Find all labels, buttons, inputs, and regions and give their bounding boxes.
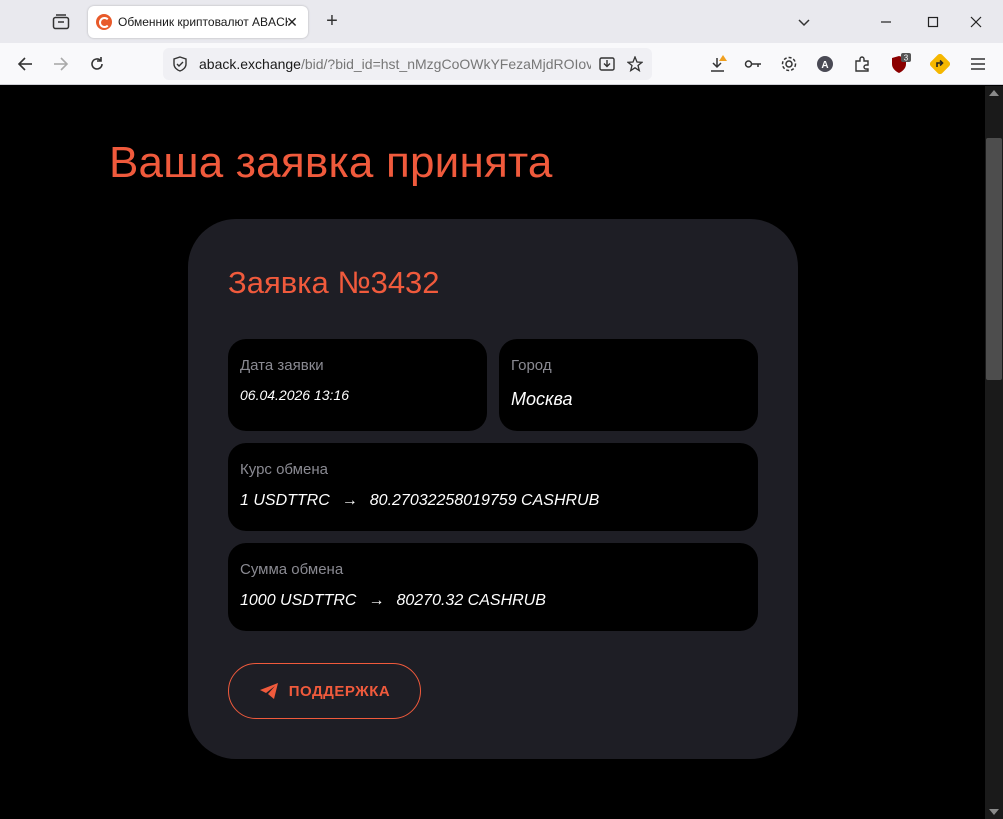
tab-list-chevron-down-icon[interactable] bbox=[790, 8, 818, 36]
exchange-rate-field: Курс обмена 1 USDTTRC → 80.27032258019759 … bbox=[228, 443, 758, 531]
order-date-label: Дата заявки bbox=[240, 357, 324, 374]
active-tab[interactable]: Обменник криптовалют ABACK ✕ bbox=[88, 6, 308, 38]
downloads-icon[interactable] bbox=[706, 52, 730, 76]
order-card: Заявка №3432 Дата заявки 06.04.2026 13:1… bbox=[188, 219, 798, 759]
exchange-sum-field: Сумма обмена 1000 USDTTRC → 80270.32 CASHR… bbox=[228, 543, 758, 631]
browser-window: Обменник криптовалют ABACK ✕ + aback.exc… bbox=[0, 0, 1003, 819]
telegram-plane-icon bbox=[259, 683, 278, 699]
right-arrow-icon: → bbox=[368, 592, 385, 609]
order-date-value: 06.04.2026 13:16 bbox=[240, 387, 349, 403]
order-title: Заявка №3432 bbox=[228, 265, 440, 300]
site-favicon-icon bbox=[96, 14, 112, 30]
support-button[interactable]: ПОДДЕРЖКА bbox=[228, 663, 421, 719]
right-arrow-icon: → bbox=[341, 492, 358, 509]
url-host: aback.exchange bbox=[199, 56, 301, 72]
support-button-label: ПОДДЕРЖКА bbox=[288, 682, 391, 700]
minimize-icon[interactable] bbox=[872, 8, 900, 36]
city-field: Город Москва bbox=[499, 339, 758, 431]
page-scrollbar[interactable] bbox=[985, 86, 1003, 819]
back-arrow-icon[interactable] bbox=[12, 51, 38, 77]
ublock-shield-icon[interactable]: 3 bbox=[889, 52, 913, 76]
exchange-rate-value: 1 USDTTRC → 80.27032258019759 CASHRUB bbox=[240, 492, 599, 510]
url-text[interactable]: aback.exchange/bid/?bid_id=hst_nMzgCoOWk… bbox=[199, 56, 591, 72]
page-download-icon[interactable] bbox=[598, 55, 616, 73]
url-path: /bid/?bid_id=hst_nMzgCoOWkYFezaMjdROIovE… bbox=[300, 56, 591, 72]
rate-to: 80.27032258019759 CASHRUB bbox=[369, 492, 600, 509]
sum-to: 80270.32 CASHRUB bbox=[396, 592, 546, 609]
tab-strip: Обменник криптовалют ABACK ✕ + bbox=[0, 0, 1003, 43]
svg-text:A: A bbox=[821, 60, 828, 71]
close-tab-icon[interactable]: ✕ bbox=[284, 14, 300, 30]
settings-gear-icon[interactable] bbox=[777, 52, 801, 76]
rate-from: 1 USDTTRC bbox=[240, 492, 330, 509]
sum-from: 1000 USDTTRC bbox=[240, 592, 357, 609]
extensions-puzzle-icon[interactable] bbox=[850, 52, 874, 76]
extension-arrow-icon[interactable] bbox=[928, 52, 952, 76]
page-content: Ваша заявка принята Заявка №3432 Дата за… bbox=[0, 86, 985, 819]
exchange-sum-value: 1000 USDTTRC → 80270.32 CASHRUB bbox=[240, 592, 546, 610]
maximize-icon[interactable] bbox=[919, 8, 947, 36]
extension-badge-count: 3 bbox=[904, 54, 909, 63]
password-key-icon[interactable] bbox=[741, 52, 765, 76]
reload-icon[interactable] bbox=[84, 51, 110, 77]
tab-overview-icon[interactable] bbox=[48, 10, 74, 34]
exchange-sum-label: Сумма обмена bbox=[240, 561, 344, 578]
address-bar[interactable]: aback.exchange/bid/?bid_id=hst_nMzgCoOWk… bbox=[163, 48, 652, 80]
bookmark-star-icon[interactable] bbox=[626, 55, 644, 73]
scrollbar-thumb[interactable] bbox=[986, 138, 1002, 380]
city-value: Москва bbox=[511, 389, 573, 409]
forward-arrow-icon[interactable] bbox=[48, 51, 74, 77]
close-window-icon[interactable] bbox=[962, 8, 990, 36]
new-tab-icon[interactable]: + bbox=[320, 10, 344, 34]
city-label: Город bbox=[511, 357, 552, 374]
account-avatar-icon[interactable]: A bbox=[813, 52, 837, 76]
exchange-rate-label: Курс обмена bbox=[240, 461, 328, 478]
tab-title: Обменник криптовалют ABACK bbox=[118, 15, 288, 29]
page-heading: Ваша заявка принята bbox=[109, 138, 553, 187]
scroll-down-icon[interactable] bbox=[989, 809, 999, 815]
menu-hamburger-icon[interactable] bbox=[966, 52, 990, 76]
navigation-bar: aback.exchange/bid/?bid_id=hst_nMzgCoOWk… bbox=[0, 43, 1003, 85]
tracking-shield-icon[interactable] bbox=[171, 55, 189, 73]
scroll-up-icon[interactable] bbox=[989, 90, 999, 96]
order-date-field: Дата заявки 06.04.2026 13:16 bbox=[228, 339, 487, 431]
